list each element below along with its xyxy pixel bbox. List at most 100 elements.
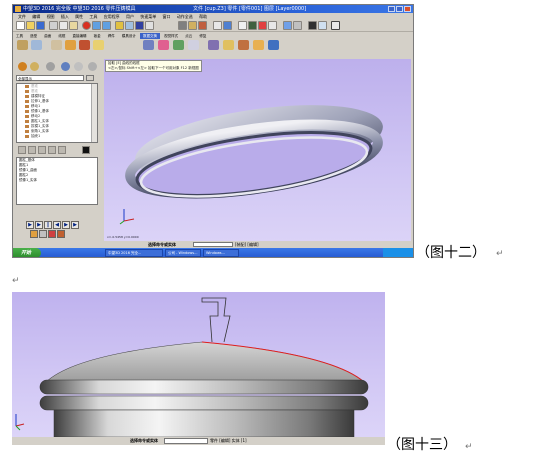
tab-wireframe[interactable]: 线框 — [55, 33, 68, 39]
chevron-down-icon[interactable] — [86, 75, 94, 81]
fit-icon[interactable] — [268, 21, 277, 30]
tree-scrollbar[interactable] — [91, 84, 97, 142]
start-button[interactable]: 开始 — [13, 248, 41, 257]
delete-icon[interactable] — [48, 230, 56, 238]
tab-point-cloud[interactable]: 点云 — [182, 33, 195, 39]
assembly-tab-icon[interactable] — [30, 62, 39, 71]
undo-icon[interactable] — [92, 21, 101, 30]
menu-edit[interactable]: 编辑 — [32, 13, 40, 20]
tab-data-exchange[interactable]: 数据交换 — [140, 33, 160, 39]
command-input[interactable] — [164, 438, 208, 444]
menu-file[interactable]: 文件 — [18, 13, 26, 20]
paste-icon[interactable] — [69, 21, 78, 30]
menu-window[interactable]: 窗口 — [163, 13, 171, 20]
menu-quick[interactable]: 快速菜单 — [140, 13, 156, 20]
split-icon[interactable] — [223, 40, 234, 50]
drawing-icon[interactable] — [51, 40, 62, 50]
mesh-icon[interactable] — [158, 40, 169, 50]
menu-attributes[interactable]: 属性 — [75, 13, 83, 20]
zoom-icon[interactable] — [238, 21, 247, 30]
filter-icon[interactable] — [223, 21, 232, 30]
menu-help[interactable]: 帮助 — [199, 13, 207, 20]
stop-icon[interactable] — [82, 21, 91, 30]
section-icon[interactable] — [283, 21, 292, 30]
layer-tab-icon[interactable] — [61, 62, 70, 71]
close-icon[interactable] — [404, 6, 411, 12]
merge-icon[interactable] — [238, 40, 249, 50]
assembly-icon[interactable] — [79, 40, 90, 50]
import-icon[interactable] — [17, 40, 28, 50]
history-tab-icon[interactable] — [18, 62, 27, 71]
save-icon[interactable] — [36, 21, 45, 30]
menu-user[interactable]: 用户 — [126, 13, 134, 20]
measure-icon[interactable] — [293, 21, 302, 30]
menu-view[interactable]: 视图 — [47, 13, 55, 20]
minimize-icon[interactable] — [388, 6, 395, 12]
3d-viewport[interactable] — [12, 292, 385, 437]
render-icon[interactable] — [198, 21, 207, 30]
check-icon[interactable] — [268, 40, 279, 50]
tab-direct-edit[interactable]: 直接编辑 — [70, 33, 90, 39]
rotate-icon[interactable] — [248, 21, 257, 30]
3d-viewport[interactable]: 拾取 [E] 曲线的线框 <左>/鼠标 Shift+<左> 拾取下一个可用对象 … — [104, 59, 411, 241]
window-title-file-info: 文件 [cup.Z3] 零件 [零件001] 图层 [Layer0000] — [193, 6, 307, 12]
stop-icon[interactable] — [82, 146, 90, 154]
maximize-icon[interactable] — [396, 6, 403, 12]
menu-applications[interactable]: 应用程序 — [104, 13, 120, 20]
settings-icon[interactable] — [125, 21, 134, 30]
edit-icon[interactable] — [30, 230, 38, 238]
tab-tools[interactable]: 工具 — [13, 33, 26, 39]
copy-icon[interactable] — [59, 21, 68, 30]
taskbar-item[interactable]: 公司 - Windows... — [165, 249, 201, 257]
color-icon[interactable] — [308, 21, 317, 30]
menu-insert[interactable]: 插入 — [61, 13, 69, 20]
cut-icon[interactable] — [49, 21, 58, 30]
help-icon[interactable] — [145, 21, 154, 30]
new-file-icon[interactable] — [16, 21, 25, 30]
tree-button[interactable] — [28, 146, 36, 154]
tab-repair[interactable]: 修复 — [196, 33, 209, 39]
fix-icon[interactable] — [173, 40, 184, 50]
command-input[interactable] — [193, 242, 233, 247]
view-tab-icon[interactable] — [46, 62, 55, 71]
tree-button[interactable] — [48, 146, 56, 154]
tree-button[interactable] — [38, 146, 46, 154]
pan-icon[interactable] — [258, 21, 267, 30]
tool-icon[interactable] — [39, 230, 47, 238]
open-folder-icon[interactable] — [26, 21, 35, 30]
tab-sheetmetal[interactable]: 钣金 — [91, 33, 104, 39]
end-icon[interactable]: ▶ — [71, 221, 79, 229]
grid-icon[interactable] — [213, 21, 222, 30]
tab-mold-design[interactable]: 模具设计 — [119, 33, 139, 39]
tab-modeling[interactable]: 造型 — [27, 33, 40, 39]
taskbar-item[interactable]: Windows... — [203, 249, 239, 257]
layer-icon[interactable] — [135, 21, 144, 30]
tree-button[interactable] — [58, 146, 66, 154]
filter-tab-icon[interactable] — [88, 62, 97, 71]
taskbar-item[interactable]: 中望3D 2016 完全... — [105, 249, 163, 257]
line-style-icon[interactable] — [331, 21, 340, 30]
menu-tools[interactable]: 工具 — [89, 13, 97, 20]
tree-item[interactable]: 抽壳1 — [17, 134, 97, 139]
tab-visual-style[interactable]: 视觉样式 — [161, 33, 181, 39]
list-item[interactable]: 镜像1_实体 — [17, 178, 97, 183]
shade-icon[interactable] — [188, 21, 197, 30]
redo-icon[interactable] — [102, 21, 111, 30]
export-icon[interactable] — [31, 40, 42, 50]
offset-icon[interactable] — [253, 40, 264, 50]
property-tab-icon[interactable] — [74, 62, 83, 71]
suppress-icon[interactable] — [57, 230, 65, 238]
tab-surface[interactable]: 曲面 — [41, 33, 54, 39]
part-icon[interactable] — [65, 40, 76, 50]
tab-weldment[interactable]: 焊件 — [105, 33, 118, 39]
frame-icon[interactable] — [318, 21, 327, 30]
tree-button[interactable] — [18, 146, 26, 154]
analysis-icon[interactable] — [208, 40, 219, 50]
view-icon[interactable] — [178, 21, 187, 30]
heal-icon[interactable] — [188, 40, 199, 50]
sheet-icon[interactable] — [93, 40, 104, 50]
display-filter-select[interactable]: 全部显示 — [16, 75, 84, 81]
surface-icon[interactable] — [143, 40, 154, 50]
menu-select-all[interactable]: 动作全选 — [177, 13, 193, 20]
lightbulb-icon[interactable] — [115, 21, 124, 30]
